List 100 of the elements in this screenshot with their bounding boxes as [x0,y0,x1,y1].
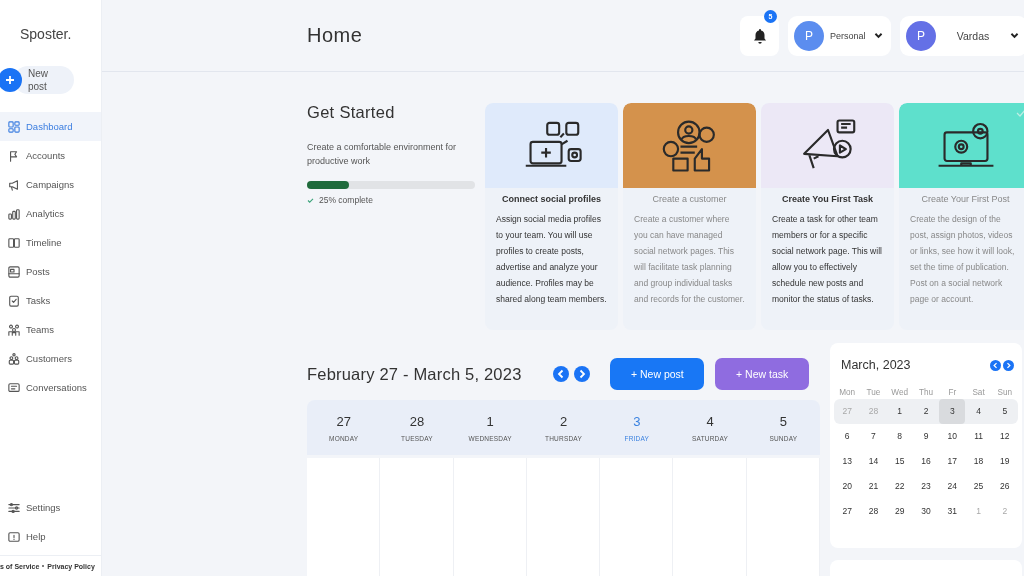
card-title: Create Your First Post [920,194,1011,204]
calendar-day[interactable]: 12 [991,424,1018,449]
calendar-day[interactable]: 20 [834,474,861,499]
dashboard-icon [8,120,20,133]
calendar-day[interactable]: 27 [834,499,861,524]
calendar-day[interactable]: 6 [834,424,861,449]
previous-icon[interactable] [990,359,1001,371]
chevron-down-icon [1010,32,1019,39]
account-name: Personal [830,30,867,41]
nav-item[interactable]: Campaigns [0,170,101,199]
calendar-day[interactable]: 17 [939,449,966,474]
calendar-day[interactable]: 13 [834,449,861,474]
onboarding-card[interactable]: Create You First Task Create a task for other team members or for a specific social network page. This will allow you to effectively schedule new posts and monitor the status of tasks. [761,103,894,330]
day-number: 1 [486,413,494,429]
calendar-day[interactable]: 28 [860,499,887,524]
new-post-button[interactable]: + New post [610,358,705,390]
calendar-day[interactable]: 24 [939,474,966,499]
calendar-day[interactable]: 4 [965,399,992,424]
card-description: Assign social media profiles to your team. You will use profiles to create posts, advertise and analyze your audience. Profiles may be shared along team members. [495,213,608,306]
avatar: P [794,20,824,51]
nav-item[interactable]: Accounts [0,141,101,170]
calendar-day[interactable]: 11 [965,424,992,449]
day-number: 3 [633,413,641,429]
nav-item[interactable]: Analytics [0,199,101,228]
weekday-label: Wed [890,387,910,397]
calendar-day[interactable]: 18 [965,449,992,474]
card-title: Create a customer [651,194,728,204]
onboarding-card[interactable]: Connect social profiles Assign social media profiles to your team. You will use profiles to create posts, advertise and analyze your audience. Profiles may be shared along team members. [485,103,618,330]
calendar-day[interactable]: 2 [912,399,940,424]
progress-text: 25% complete [319,195,373,205]
nav-item[interactable]: Customers [0,344,101,373]
section-title: Get Started [307,103,396,122]
calendar-day[interactable]: 3 [939,399,966,424]
nav-item[interactable]: Tasks [0,286,101,315]
week-range-title: February 27 - March 5, 2023 [307,364,523,384]
section-subtitle: Create a comfortable environment for productive work [307,141,458,168]
nav-item[interactable]: Teams [0,315,101,344]
add-icon[interactable] [0,68,22,92]
team-icon [8,323,20,336]
calendar-day[interactable]: 21 [860,474,887,499]
bar-chart-icon [8,207,20,220]
calendar-day[interactable]: 1 [886,399,913,424]
avatar: P [906,20,936,51]
calendar-day[interactable]: 16 [912,449,940,474]
calendar-day[interactable]: 10 [939,424,966,449]
month-title: March, 2023 [841,358,911,372]
app-logo: Sposter. [19,25,72,44]
calendar-day[interactable]: 19 [991,449,1018,474]
calendar-day[interactable]: 25 [965,474,992,499]
weekday-label: Thu [917,387,935,397]
help-icon [8,530,20,543]
calendar-day[interactable]: 8 [886,424,913,449]
notifications-button[interactable] [740,15,779,56]
calendar-day[interactable]: 31 [939,499,966,524]
card-title: Connect social profiles [501,194,602,204]
people-icon [8,352,20,365]
nav-item[interactable]: Posts [0,257,101,286]
clipboard-check-icon [8,294,20,307]
flag-icon [8,149,20,162]
next-icon[interactable] [574,366,591,382]
calendar-day[interactable]: 30 [912,499,940,524]
weekday-label: Sat [971,387,986,397]
account-name: Vardas [955,29,991,42]
calendar-day[interactable]: 29 [886,499,913,524]
columns-icon [8,236,20,249]
chat-icon [8,381,20,394]
day-number: 5 [779,413,787,429]
nav-item[interactable]: Help [0,522,101,551]
nav-item[interactable]: Conversations [0,373,101,402]
bell-icon [752,27,767,44]
calendar-day[interactable]: 14 [860,449,887,474]
previous-icon[interactable] [553,366,570,382]
card-title: Create You First Task [780,194,874,204]
image-icon [8,265,20,278]
calendar-day[interactable]: 7 [860,424,887,449]
settings-icon [8,501,20,514]
day-number: 4 [706,413,714,429]
next-icon[interactable] [1003,359,1014,371]
card-description: Create the design of the post, assign photos, videos or links, see how it will look, set the time of publication. Post on a social network page or account. [909,213,1016,306]
check-icon [307,197,314,203]
calendar-day[interactable]: 15 [886,449,913,474]
weekday-label: Fr [947,387,958,397]
calendar-day[interactable]: 23 [912,474,940,499]
new-task-button[interactable]: + New task [715,358,809,390]
account-dropdown[interactable]: P Vardas [900,15,1024,56]
card-description: Create a customer where you can have managed social network pages. This will facilitate task planning and group individual tasks and records for the customer. [633,213,746,306]
account-dropdown[interactable]: P Personal [788,15,891,56]
calendar-day[interactable]: 9 [912,424,940,449]
calendar-day[interactable]: 26 [991,474,1018,499]
nav-item[interactable]: Settings [0,493,101,522]
nav-item[interactable]: Timeline [0,228,101,257]
page-title: Home [307,24,364,47]
weekday-label: Mon [838,387,857,397]
megaphone-icon [8,178,20,191]
card-description: Create a task for other team members or for a specific social network page. This will allow you to effectively schedule new posts and monitor the status of tasks. [771,213,883,306]
calendar-day[interactable]: 22 [886,474,913,499]
nav-item[interactable]: Dashboard [0,112,101,141]
day-number: 28 [409,413,425,429]
calendar-day[interactable]: 5 [991,399,1018,424]
weekday-label: Tue [865,387,882,397]
